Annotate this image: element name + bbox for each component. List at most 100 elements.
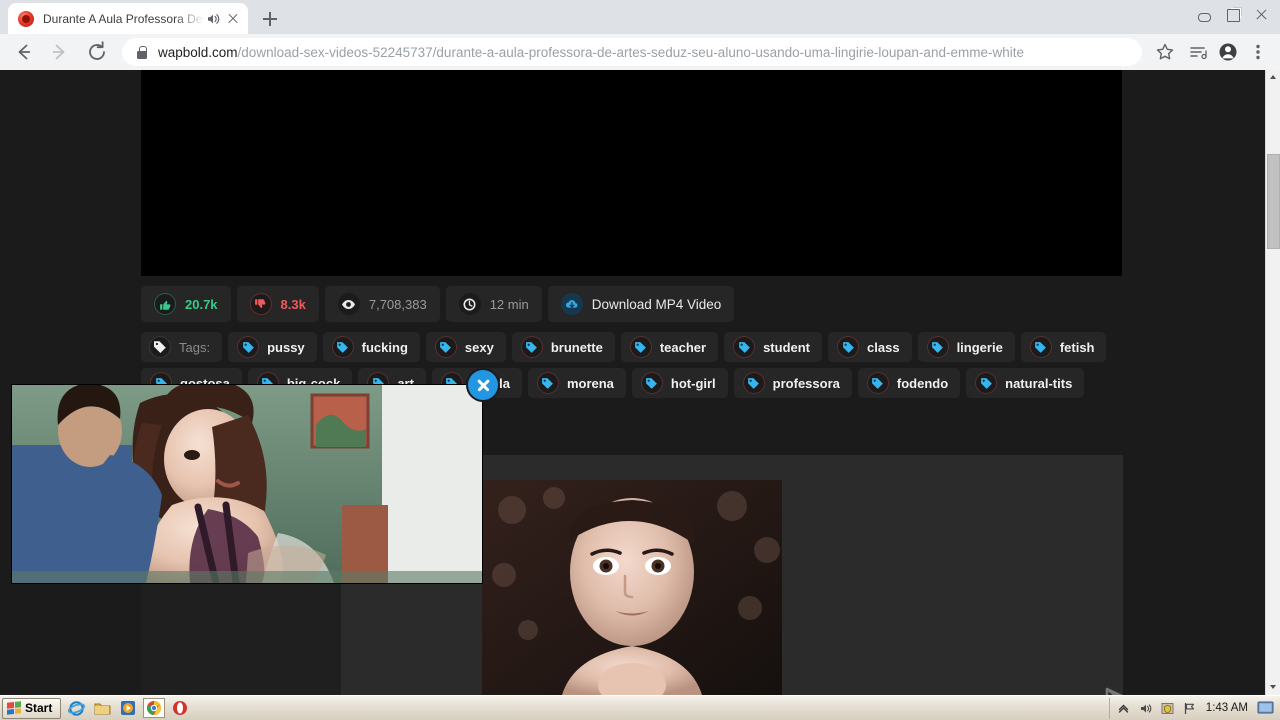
popup-close-button[interactable]: [468, 370, 498, 400]
tab-strip: Durante A Aula Professora De A: [0, 0, 1280, 34]
tags-label: Tags:: [179, 339, 211, 355]
stat-chip-thumbs-up[interactable]: 20.7k: [141, 286, 231, 322]
stat-value: Download MP4 Video: [591, 296, 722, 312]
stat-value: 7,708,383: [368, 296, 427, 312]
tag-label: lingerie: [956, 339, 1003, 355]
tag-icon: [237, 336, 260, 358]
tag-icon: [733, 336, 756, 358]
tag-chip[interactable]: natural-tits: [966, 368, 1085, 398]
close-window-button[interactable]: [1247, 2, 1276, 26]
stat-chip-clock[interactable]: 12 min: [445, 286, 542, 322]
tab-close-icon[interactable]: [224, 10, 242, 28]
page-viewport: 20.7k 8.3k 7,708,383 12 min Download MP4 Vid…: [0, 70, 1280, 695]
tag-chip[interactable]: lingerie: [917, 332, 1015, 362]
tags-icon: [149, 336, 171, 358]
tag-icon: [837, 336, 860, 358]
reading-list-icon[interactable]: [1183, 37, 1213, 67]
taskbar-clock[interactable]: 1:43 AM: [1206, 702, 1248, 714]
system-tray: 1:43 AM: [1108, 697, 1278, 719]
tag-label: sexy: [464, 339, 494, 355]
three-dot-menu-icon[interactable]: [1243, 37, 1273, 67]
browser-tab[interactable]: Durante A Aula Professora De A: [8, 3, 248, 34]
windows-logo-icon: [7, 701, 21, 715]
chrome-icon[interactable]: [143, 698, 166, 718]
profile-avatar-icon[interactable]: [1213, 37, 1243, 67]
display-icon[interactable]: [1257, 701, 1274, 716]
tag-chip[interactable]: student: [724, 332, 823, 362]
tag-label: natural-tits: [1005, 375, 1073, 391]
stat-value: 20.7k: [185, 296, 218, 312]
tag-label: fodendo: [896, 375, 949, 391]
tag-chip[interactable]: class: [828, 332, 912, 362]
tag-chip[interactable]: teacher: [620, 332, 719, 362]
stat-chip-download-cloud[interactable]: Download MP4 Video: [547, 286, 735, 322]
volume-icon[interactable]: [1138, 701, 1153, 716]
download-cloud-icon: [560, 293, 583, 315]
speaker-playing-icon[interactable]: [204, 10, 222, 28]
stat-chip-eye[interactable]: 7,708,383: [324, 286, 440, 322]
tab-title: Durante A Aula Professora De A: [43, 11, 204, 26]
page-scrollbar[interactable]: [1265, 70, 1280, 695]
tag-chip[interactable]: fucking: [322, 332, 420, 362]
tag-icon: [1029, 336, 1052, 358]
tag-label: fetish: [1059, 339, 1095, 355]
tag-icon: [520, 336, 543, 358]
tag-icon: [536, 372, 559, 394]
stat-chip-thumbs-down[interactable]: 8.3k: [236, 286, 319, 322]
window-controls: [1189, 2, 1276, 26]
tag-icon: [975, 372, 998, 394]
new-tab-button[interactable]: [258, 7, 282, 31]
video-player[interactable]: [141, 70, 1122, 276]
show-hidden-icons-chevron[interactable]: [1116, 701, 1131, 716]
video-stats-bar: 20.7k 8.3k 7,708,383 12 min Download MP4 Vid…: [141, 286, 735, 322]
folder-icon[interactable]: [91, 698, 113, 718]
start-button[interactable]: Start: [2, 697, 62, 719]
tag-chip[interactable]: fodendo: [857, 368, 961, 398]
lock-icon: [136, 45, 148, 59]
tags-label-chip: Tags:: [141, 332, 223, 362]
advertisement-popup[interactable]: [12, 385, 482, 583]
scroll-down-arrow[interactable]: [1266, 680, 1280, 695]
url-path: /download-sex-videos-52245737/durante-a-…: [237, 44, 1024, 60]
opera-icon[interactable]: [169, 698, 191, 718]
tag-label: professora: [772, 375, 840, 391]
tag-chip[interactable]: morena: [527, 368, 626, 398]
related-video-thumbnail-center[interactable]: [482, 480, 782, 695]
tag-chip[interactable]: hot-girl: [631, 368, 728, 398]
tag-icon: [434, 336, 457, 358]
tag-icon: [331, 336, 354, 358]
star-icon[interactable]: [1150, 37, 1180, 67]
scrollbar-thumb[interactable]: [1267, 154, 1280, 249]
tag-label: fucking: [361, 339, 408, 355]
tag-chip[interactable]: professora: [733, 368, 852, 398]
page-content: 20.7k 8.3k 7,708,383 12 min Download MP4 Vid…: [0, 70, 1265, 695]
tag-chip[interactable]: sexy: [425, 332, 506, 362]
tag-icon: [742, 372, 765, 394]
tag-label: brunette: [550, 339, 603, 355]
thumbs-up-icon: [154, 293, 176, 315]
tab-favicon-icon: [18, 10, 34, 27]
minimize-window-button[interactable]: [1189, 2, 1218, 26]
eye-icon: [337, 293, 360, 315]
tag-chip[interactable]: pussy: [228, 332, 317, 362]
media-player-icon[interactable]: [117, 698, 139, 718]
browser-toolbar: wapbold.com/download-sex-videos-52245737…: [0, 34, 1280, 70]
internet-explorer-icon[interactable]: [65, 698, 87, 718]
address-bar[interactable]: wapbold.com/download-sex-videos-52245737…: [122, 38, 1142, 66]
forward-arrow-icon[interactable]: [44, 36, 76, 68]
tag-chip[interactable]: fetish: [1020, 332, 1107, 362]
thumbs-down-icon: [249, 293, 272, 315]
reload-icon[interactable]: [81, 36, 113, 68]
restore-window-button[interactable]: [1218, 2, 1247, 26]
back-arrow-icon[interactable]: [7, 36, 39, 68]
network-flag-icon[interactable]: [1182, 701, 1197, 716]
tag-label: class: [867, 339, 900, 355]
tag-icon: [629, 336, 652, 358]
tag-label: teacher: [659, 339, 707, 355]
tag-chip[interactable]: brunette: [511, 332, 615, 362]
tag-icon: [866, 372, 889, 394]
scroll-up-arrow[interactable]: [1266, 70, 1280, 85]
tag-icon: [926, 336, 949, 358]
tag-icon: [640, 372, 663, 394]
security-shield-icon[interactable]: [1160, 701, 1175, 716]
